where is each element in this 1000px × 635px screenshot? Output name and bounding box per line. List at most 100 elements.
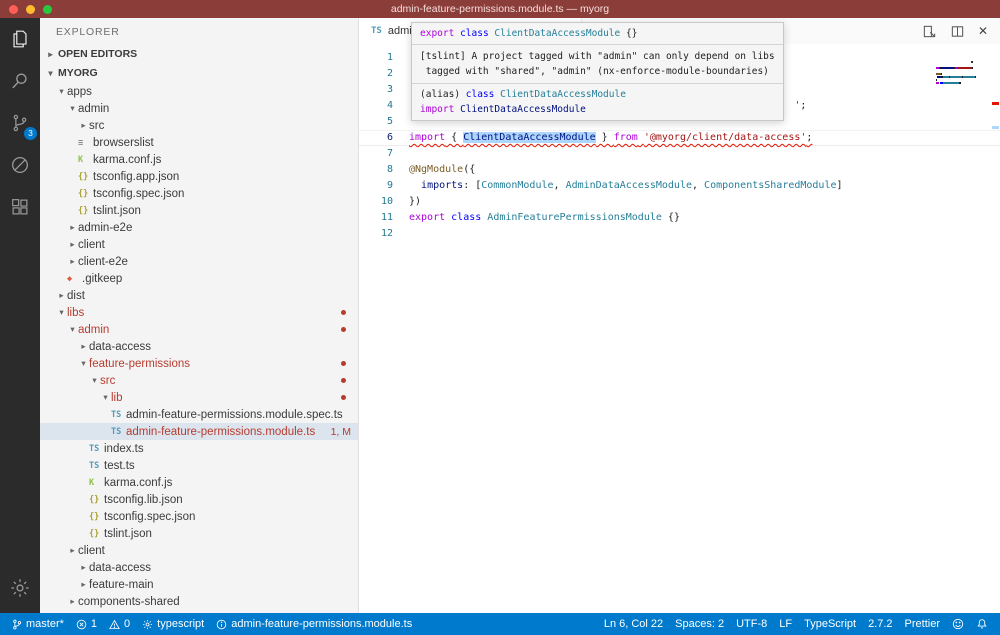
tree-item-data-access[interactable]: ▸data-access: [40, 559, 358, 576]
status-warnings[interactable]: 0: [103, 613, 136, 635]
chevron-right-icon[interactable]: ▸: [56, 290, 67, 301]
code-text[interactable]: import { ClientDataAccessModule } from '…: [409, 130, 812, 146]
code-line-9[interactable]: 9 imports: [CommonModule, AdminDataAcces…: [359, 178, 1000, 194]
tree-item-client-e2e[interactable]: ▸client-e2e: [40, 253, 358, 270]
code-text[interactable]: }): [409, 194, 421, 210]
chevron-right-icon[interactable]: ▸: [78, 579, 89, 590]
minimap[interactable]: [936, 52, 984, 88]
line-number[interactable]: 6: [359, 130, 409, 146]
chevron-right-icon[interactable]: ▸: [78, 341, 89, 352]
chevron-down-icon[interactable]: ▾: [78, 358, 89, 369]
tree-item-apps[interactable]: ▾apps: [40, 83, 358, 100]
line-number[interactable]: 8: [359, 162, 409, 178]
activity-settings-icon[interactable]: [0, 567, 40, 609]
chevron-down-icon[interactable]: ▾: [56, 307, 67, 318]
tree-item-admin[interactable]: ▾admin: [40, 321, 358, 338]
tree-item-tsconfig-spec-json[interactable]: {}tsconfig.spec.json: [40, 185, 358, 202]
overview-ruler[interactable]: [990, 44, 1000, 613]
code-line-11[interactable]: 11export class AdminFeaturePermissionsMo…: [359, 210, 1000, 226]
status-branch[interactable]: master*: [6, 613, 70, 635]
tree-item-tslint-json[interactable]: {}tslint.json: [40, 525, 358, 542]
chevron-down-icon[interactable]: ▾: [45, 64, 56, 83]
chevron-down-icon[interactable]: ▾: [56, 86, 67, 97]
section-open-editors[interactable]: ▸ OPEN EDITORS: [40, 45, 358, 64]
activity-explorer-icon[interactable]: [0, 18, 40, 60]
chevron-right-icon[interactable]: ▸: [67, 222, 78, 233]
chevron-down-icon[interactable]: ▾: [89, 375, 100, 386]
close-editor-icon[interactable]: ✕: [978, 25, 988, 37]
code-area[interactable]: 1234 ';56import { ClientDataAccessModule…: [359, 44, 1000, 613]
chevron-right-icon[interactable]: ▸: [67, 239, 78, 250]
tree-item-tslint-json[interactable]: {}tslint.json: [40, 202, 358, 219]
status-file-info[interactable]: admin-feature-permissions.module.ts: [210, 613, 418, 635]
tree-item-karma-conf-js[interactable]: Kkarma.conf.js: [40, 474, 358, 491]
code-line-10[interactable]: 10}): [359, 194, 1000, 210]
line-number[interactable]: 1: [359, 50, 409, 66]
tree-item-client[interactable]: ▸client: [40, 542, 358, 559]
chevron-right-icon[interactable]: ▸: [67, 545, 78, 556]
tree-item-admin-feature-permissions-module-ts[interactable]: TSadmin-feature-permissions.module.ts1, …: [40, 423, 358, 440]
status-feedback[interactable]: [946, 613, 970, 635]
tree-item-tsconfig-spec-json[interactable]: {}tsconfig.spec.json: [40, 508, 358, 525]
tree-item-src[interactable]: ▸src: [40, 117, 358, 134]
chevron-down-icon[interactable]: ▾: [67, 324, 78, 335]
activity-search-icon[interactable]: [0, 60, 40, 102]
code-text[interactable]: export class AdminFeaturePermissionsModu…: [409, 210, 680, 226]
tree-item-feature-main[interactable]: ▸feature-main: [40, 576, 358, 593]
code-line-6[interactable]: 6import { ClientDataAccessModule } from …: [359, 130, 1000, 146]
status-typescript-status[interactable]: typescript: [136, 613, 210, 635]
chevron-right-icon[interactable]: ▸: [45, 45, 56, 64]
line-number[interactable]: 5: [359, 114, 409, 130]
tree-item-admin-e2e[interactable]: ▸admin-e2e: [40, 219, 358, 236]
tree-item-tsconfig-lib-json[interactable]: {}tsconfig.lib.json: [40, 491, 358, 508]
line-number[interactable]: 10: [359, 194, 409, 210]
tree-item-admin[interactable]: ▾admin: [40, 100, 358, 117]
status-indentation[interactable]: Spaces: 2: [669, 613, 730, 635]
tree-item-src[interactable]: ▾src: [40, 372, 358, 389]
status-prettier[interactable]: Prettier: [899, 613, 946, 635]
chevron-right-icon[interactable]: ▸: [67, 596, 78, 607]
line-number[interactable]: 11: [359, 210, 409, 226]
chevron-down-icon[interactable]: ▾: [67, 103, 78, 114]
line-number[interactable]: 2: [359, 66, 409, 82]
open-changes-icon[interactable]: [922, 24, 937, 39]
tree-item-tsconfig-app-json[interactable]: {}tsconfig.app.json: [40, 168, 358, 185]
code-line-8[interactable]: 8@NgModule({: [359, 162, 1000, 178]
tree-item-feature-permissions[interactable]: ▾feature-permissions: [40, 355, 358, 372]
tree-item-gitkeep[interactable]: ◆.gitkeep: [40, 270, 358, 287]
line-number[interactable]: 4: [359, 98, 409, 114]
zoom-window-button[interactable]: [43, 5, 52, 14]
minimize-window-button[interactable]: [26, 5, 35, 14]
chevron-right-icon[interactable]: ▸: [78, 562, 89, 573]
activity-source-control-icon[interactable]: 3: [0, 102, 40, 144]
line-number[interactable]: 9: [359, 178, 409, 194]
chevron-right-icon[interactable]: ▸: [78, 120, 89, 131]
line-number[interactable]: 7: [359, 146, 409, 162]
status-encoding[interactable]: UTF-8: [730, 613, 773, 635]
status-ts-version[interactable]: 2.7.2: [862, 613, 898, 635]
code-text[interactable]: imports: [CommonModule, AdminDataAccessM…: [409, 178, 843, 194]
chevron-right-icon[interactable]: ▸: [67, 256, 78, 267]
status-language-mode[interactable]: TypeScript: [798, 613, 862, 635]
tree-item-karma-conf-js[interactable]: Kkarma.conf.js: [40, 151, 358, 168]
status-eol[interactable]: LF: [773, 613, 798, 635]
code-text[interactable]: @NgModule({: [409, 162, 475, 178]
tree-item-index-ts[interactable]: TSindex.ts: [40, 440, 358, 457]
line-number[interactable]: 12: [359, 226, 409, 242]
split-editor-icon[interactable]: [950, 24, 965, 39]
tree-item-libs[interactable]: ▾libs: [40, 304, 358, 321]
tree-item-components-shared[interactable]: ▸components-shared: [40, 593, 358, 610]
section-myorg[interactable]: ▾ MYORG: [40, 64, 358, 83]
tree-item-browserslist[interactable]: ≡browserslist: [40, 134, 358, 151]
tree-item-client[interactable]: ▸client: [40, 236, 358, 253]
code-line-7[interactable]: 7: [359, 146, 1000, 162]
status-notifications[interactable]: [970, 613, 994, 635]
status-errors[interactable]: 1: [70, 613, 103, 635]
tree-item-dist[interactable]: ▸dist: [40, 287, 358, 304]
tree-item-data-access[interactable]: ▸data-access: [40, 338, 358, 355]
activity-extensions-icon[interactable]: [0, 186, 40, 228]
status-cursor-position[interactable]: Ln 6, Col 22: [598, 613, 669, 635]
tree-item-lib[interactable]: ▾lib: [40, 389, 358, 406]
chevron-down-icon[interactable]: ▾: [100, 392, 111, 403]
tree-item-admin-feature-permissions-module-spec-ts[interactable]: TSadmin-feature-permissions.module.spec.…: [40, 406, 358, 423]
